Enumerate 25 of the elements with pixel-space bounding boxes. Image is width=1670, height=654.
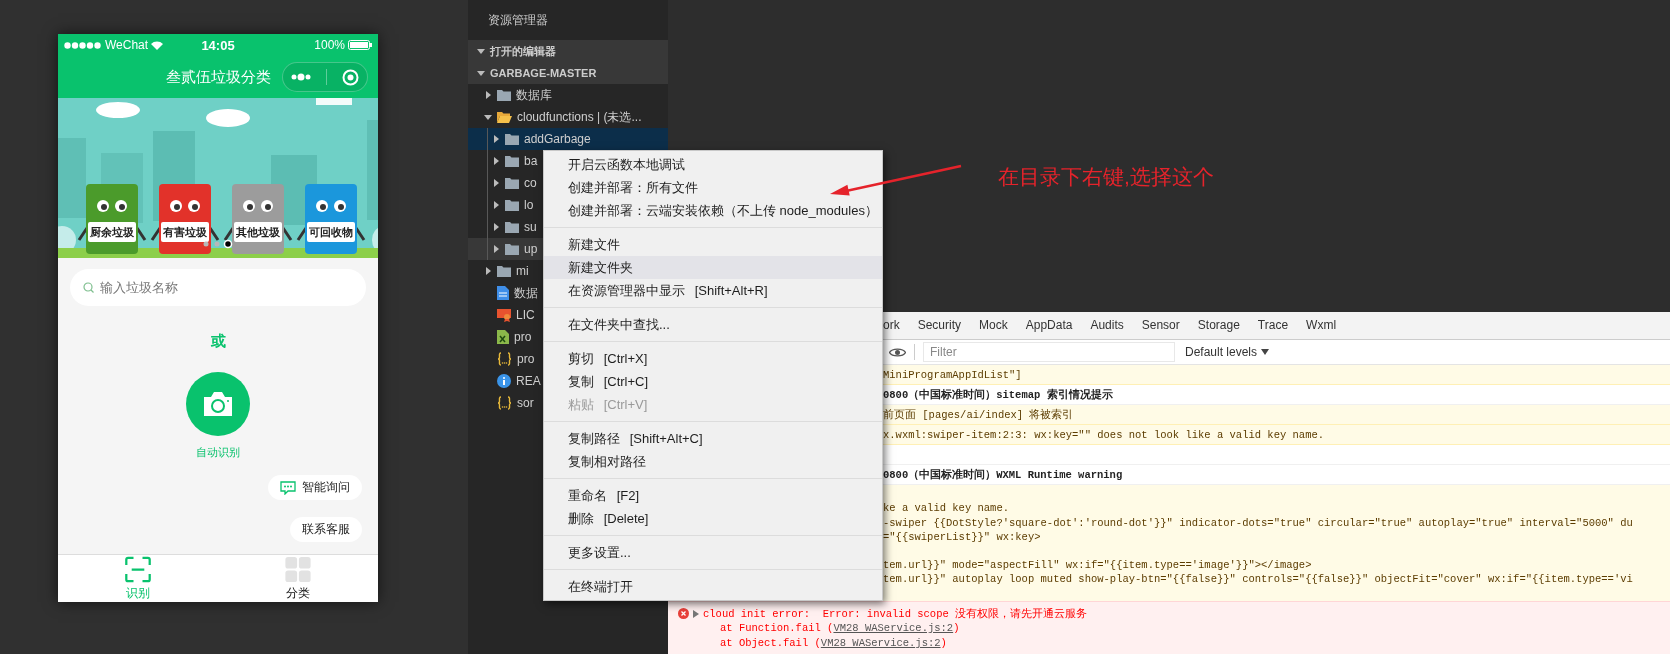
log-message: MiniProgramAppIdList"] [883, 368, 1022, 381]
log-message: x.wxml:swiper-item:2:3: wx:key="" does not look like a valid key name. [883, 428, 1325, 441]
bin-label: 可回收物 [309, 226, 353, 238]
error-message: cloud init error: Error: invalid scope 没有权限，请先开通云服务 [703, 606, 1088, 621]
camera-label: 自动识别 [196, 445, 240, 460]
code-line: ke a valid key name. [883, 501, 1011, 516]
panel-title: 资源管理器 [487, 11, 549, 29]
stack-line: at Object.fail (VM28 WAService.js:2) [719, 636, 948, 651]
carrier-name: WeChat [105, 38, 149, 52]
log-message: 0800（中国标准时间）sitemap 索引情况提示 [883, 387, 1113, 402]
page-title: 叁贰伍垃圾分类 [165, 67, 271, 87]
clock-time: 14:05 [201, 37, 235, 53]
log-message: 前页面 [pages/ai/index] 将被索引 [883, 407, 1074, 422]
bin-label: 有害垃圾 [163, 226, 207, 238]
annotation-text: 在目录下右键,选择这个 [998, 164, 1214, 190]
battery-percent: 100% [314, 38, 345, 52]
code-line: tem.url}}" mode="aspectFill" wx:if="{{item.type=='image'}}"></image> [883, 557, 1313, 572]
or-text: 或 [210, 332, 226, 351]
code-line: -swiper {{DotStyle?'square-dot':'round-dot'}}" indicator-dots="true" circular="true" autoplay="true" interval="5000" du [883, 515, 1634, 530]
stack-line: at Function.fail (VM28 WAService.js:2) [719, 621, 961, 636]
log-message: 0800（中国标准时间）WXML Runtime warning [883, 467, 1123, 482]
bin-label: 其他垃圾 [236, 226, 280, 238]
code-line: tem.url}}" autoplay loop muted show-play-btn="{{false}}" controls="{{false}}" objectFit="cover" wx:if="{{item.type=='vi [883, 572, 1634, 587]
bin-label: 厨余垃圾 [90, 226, 134, 238]
code-line: ="{{swiperList}}" wx:key> [883, 530, 1042, 545]
